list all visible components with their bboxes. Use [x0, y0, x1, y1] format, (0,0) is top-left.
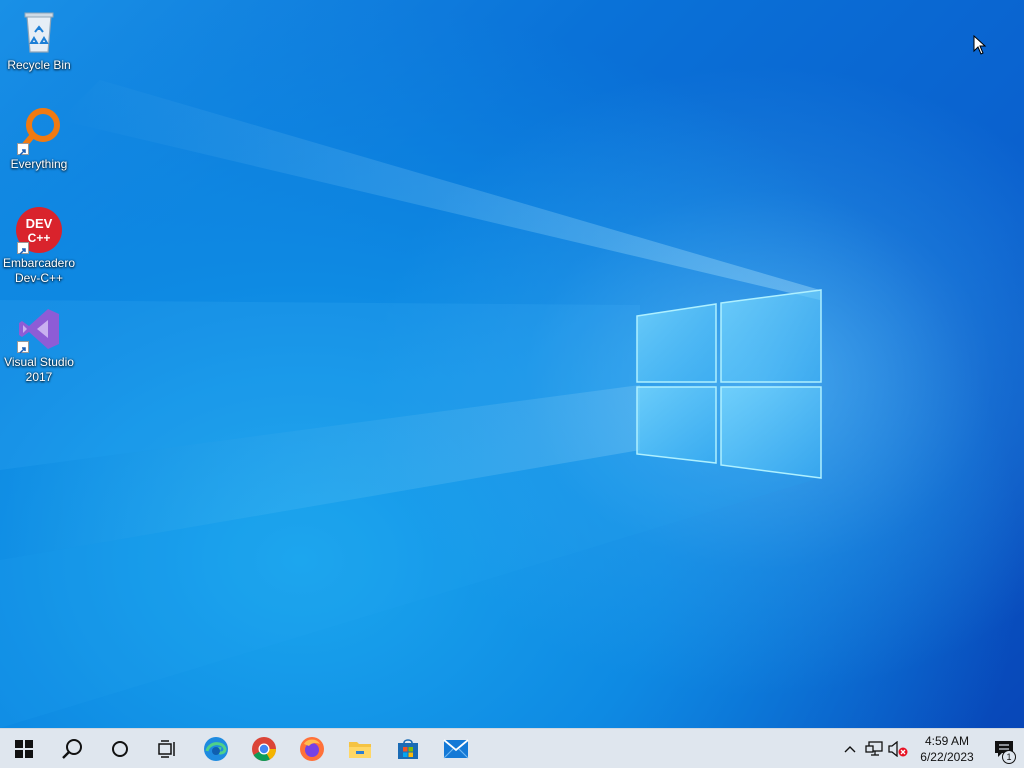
edge-button[interactable]: [192, 729, 240, 768]
desktop-icon-visual-studio[interactable]: Visual Studio 2017: [0, 305, 78, 385]
visual-studio-icon: [15, 305, 63, 354]
desktop-icon-recycle-bin[interactable]: Recycle Bin: [0, 8, 78, 73]
wallpaper-windows-logo: [0, 80, 822, 728]
store-button[interactable]: [384, 729, 432, 768]
network-icon: [865, 740, 883, 756]
mail-button[interactable]: [432, 729, 480, 768]
logo-pane-top-left: [636, 303, 717, 383]
mail-icon: [443, 738, 469, 758]
chrome-button[interactable]: [240, 729, 288, 768]
shortcut-arrow-icon: [17, 242, 29, 255]
logo-pane-bottom-right: [720, 386, 822, 479]
chevron-up-icon: [844, 745, 856, 752]
system-tray: 4:59 AM 6/22/2023 1: [838, 729, 1024, 768]
desktop-icon-label: Recycle Bin: [7, 58, 71, 72]
clock-time: 4:59 AM: [924, 733, 970, 748]
search-icon: [62, 738, 82, 759]
svg-text:DEV: DEV: [26, 216, 53, 231]
shortcut-arrow-icon: [17, 143, 29, 156]
chrome-icon: [252, 736, 276, 761]
svg-text:C++: C++: [28, 231, 51, 245]
start-button[interactable]: [0, 729, 48, 768]
notification-count-badge: 1: [1002, 749, 1016, 764]
desktop: Recycle Bin Everything DEV C++ Embarcade…: [0, 0, 1024, 728]
firefox-button[interactable]: [288, 729, 336, 768]
logo-pane-top-right: [720, 289, 822, 383]
taskbar: 4:59 AM 6/22/2023 1: [0, 728, 1024, 768]
volume-button[interactable]: [886, 729, 910, 768]
windows-logo-icon: [15, 739, 33, 758]
cortana-button[interactable]: [96, 729, 144, 768]
shortcut-arrow-icon: [17, 341, 29, 354]
devcpp-icon: DEV C++: [15, 206, 63, 255]
everything-search-icon: [15, 107, 63, 156]
cortana-circle-icon: [112, 740, 128, 757]
store-icon: [398, 738, 418, 759]
task-view-icon: [158, 739, 175, 758]
network-button[interactable]: [862, 729, 886, 768]
desktop-icon-label: Everything: [10, 157, 68, 171]
desktop-icon-everything[interactable]: Everything: [0, 107, 78, 172]
firefox-icon: [300, 736, 324, 761]
task-view-button[interactable]: [144, 729, 192, 768]
folder-icon: [349, 741, 371, 758]
edge-icon: [204, 736, 228, 761]
desktop-icon-devcpp[interactable]: DEV C++ Embarcadero Dev-C++: [0, 206, 78, 286]
search-button[interactable]: [48, 729, 96, 768]
action-center-button[interactable]: 1: [984, 729, 1024, 768]
taskbar-clock[interactable]: 4:59 AM 6/22/2023: [910, 729, 984, 768]
tray-overflow-button[interactable]: [838, 729, 862, 768]
desktop-icon-label: Visual Studio 2017: [4, 355, 74, 384]
recycle-bin-icon: [15, 8, 63, 56]
clock-date: 6/22/2023: [920, 749, 974, 764]
desktop-icon-label: Embarcadero Dev-C++: [2, 256, 76, 285]
volume-muted-icon: [888, 740, 908, 757]
mouse-cursor-icon: [973, 35, 987, 55]
file-explorer-button[interactable]: [336, 729, 384, 768]
logo-pane-bottom-left: [636, 386, 717, 464]
